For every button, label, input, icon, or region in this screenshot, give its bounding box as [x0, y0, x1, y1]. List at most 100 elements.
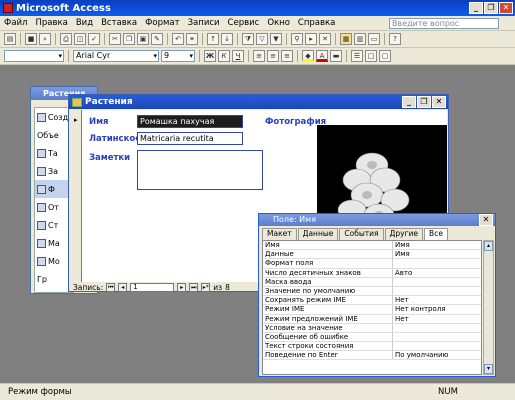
menu-tools[interactable]: Сервис — [224, 18, 264, 28]
fill-color-icon[interactable]: ◆ — [302, 50, 314, 62]
database-window-icon[interactable]: ▥ — [354, 33, 366, 45]
notes-label: Заметки — [89, 153, 131, 163]
spelling-icon[interactable]: ✓ — [88, 33, 100, 45]
app-title: Microsoft Access — [16, 2, 111, 14]
properties-icon[interactable]: ▦ — [340, 33, 352, 45]
paste-icon[interactable]: ▣ — [137, 33, 149, 45]
record-of-label: из — [213, 282, 223, 292]
report-icon — [37, 202, 46, 212]
filter-by-form-icon[interactable]: ▽ — [256, 33, 268, 45]
undo-icon[interactable]: ↶ — [172, 33, 184, 45]
property-row[interactable]: Данные Имя — [263, 250, 481, 260]
sort-descending-icon[interactable]: ↓ — [221, 33, 233, 45]
font-size-combo[interactable]: 9 — [161, 50, 195, 62]
record-number-field[interactable]: 1 — [130, 282, 175, 292]
filter-by-selection-icon[interactable]: ⧩ — [242, 33, 254, 45]
tab-layout[interactable]: Макет — [262, 228, 297, 240]
query-icon — [37, 166, 46, 176]
sort-ascending-icon[interactable]: ↑ — [207, 33, 219, 45]
underline-icon[interactable]: Ч — [232, 50, 244, 62]
table-icon — [37, 148, 46, 158]
font-name-combo[interactable]: Arial Cyr — [73, 50, 159, 62]
help-question-input[interactable]: Введите вопрос — [389, 17, 499, 29]
tab-events[interactable]: События — [339, 228, 384, 240]
module-icon — [37, 256, 46, 266]
tab-data[interactable]: Данные — [297, 228, 339, 240]
italic-icon[interactable]: К — [218, 50, 230, 62]
menu-records[interactable]: Записи — [184, 18, 224, 28]
tab-other[interactable]: Другие — [384, 228, 424, 240]
latin-name-field[interactable]: Matricaria recutita — [137, 132, 243, 145]
minimize-button[interactable]: _ — [469, 2, 483, 14]
property-row[interactable]: Режим IME Нет контроля — [263, 305, 481, 315]
insert-hyperlink-icon[interactable]: ⚭ — [186, 33, 198, 45]
new-record-icon[interactable]: ▸ — [305, 33, 317, 45]
align-center-icon[interactable]: ≡ — [267, 50, 279, 62]
menu-view[interactable]: Вид — [72, 18, 97, 28]
cut-icon[interactable]: ✂ — [109, 33, 121, 45]
property-row[interactable]: Формат поля — [263, 259, 481, 269]
property-row[interactable]: Значение по умолчанию — [263, 286, 481, 297]
special-effect-icon[interactable]: □ — [365, 50, 377, 62]
border-icon[interactable]: ▢ — [379, 50, 391, 62]
form-minimize-button[interactable]: _ — [402, 96, 416, 108]
notes-field[interactable] — [137, 150, 263, 190]
line-color-icon[interactable]: ▬ — [330, 50, 342, 62]
property-row[interactable]: Имя Имя — [263, 241, 481, 251]
property-row[interactable]: Поведение по Enter По умолчанию — [263, 351, 481, 361]
form-title-bar: Растения _ ❐ ✕ — [69, 95, 448, 109]
new-object-icon[interactable]: ▭ — [368, 33, 380, 45]
view-icon[interactable]: ▤ — [4, 33, 16, 45]
font-color-icon[interactable]: A — [316, 50, 328, 62]
print-preview-icon[interactable]: ◫ — [74, 33, 86, 45]
form-close-button[interactable]: ✕ — [432, 96, 446, 108]
property-row[interactable]: Сохранять режим IME Нет — [263, 296, 481, 306]
search-icon[interactable]: ⌕ — [39, 33, 51, 45]
menu-edit[interactable]: Правка — [31, 18, 71, 28]
close-button[interactable]: ✕ — [499, 2, 513, 14]
last-record-button[interactable]: ⏭ — [189, 282, 199, 292]
align-right-icon[interactable]: ≡ — [281, 50, 293, 62]
property-sheet-title-bar: Поле: Имя ✕ — [259, 214, 495, 226]
delete-record-icon[interactable]: ✕ — [319, 33, 331, 45]
property-row[interactable]: Режим предложений IME Нет — [263, 314, 481, 324]
menu-file[interactable]: Файл — [0, 18, 31, 28]
find-icon[interactable]: ⚲ — [291, 33, 303, 45]
align-left-icon[interactable]: ≡ — [253, 50, 265, 62]
num-lock-indicator: NUM — [438, 387, 458, 397]
bold-icon[interactable]: Ж — [204, 50, 216, 62]
restore-button[interactable]: ❐ — [484, 2, 498, 14]
property-row[interactable]: Условие на значение — [263, 323, 481, 333]
property-tabs: Макет Данные События Другие Все — [262, 228, 448, 240]
property-close-button[interactable]: ✕ — [479, 214, 493, 226]
name-field[interactable]: Ромашка пахучая — [137, 115, 243, 128]
menu-insert[interactable]: Вставка — [97, 18, 141, 28]
print-icon[interactable]: ⎙ — [60, 33, 72, 45]
line-width-icon[interactable]: ☰ — [351, 50, 363, 62]
object-combo[interactable] — [4, 50, 64, 62]
property-row[interactable]: Число десятичных знаков Авто — [263, 268, 481, 278]
name-label: Имя — [89, 117, 109, 127]
format-painter-icon[interactable]: ✎ — [151, 33, 163, 45]
save-icon[interactable]: ■ — [25, 33, 37, 45]
property-row[interactable]: Сообщение об ошибке — [263, 332, 481, 343]
record-selector[interactable]: ▸ — [73, 110, 82, 282]
first-record-button[interactable]: ⏮ — [106, 282, 116, 292]
form-restore-button[interactable]: ❐ — [417, 96, 431, 108]
prev-record-button[interactable]: ◂ — [118, 282, 128, 292]
menu-window[interactable]: Окно — [263, 18, 294, 28]
menu-help[interactable]: Справка — [294, 18, 339, 28]
property-row[interactable]: Маска ввода — [263, 277, 481, 287]
copy-icon[interactable]: ❐ — [123, 33, 135, 45]
property-scrollbar[interactable]: ▴ ▾ — [483, 240, 494, 375]
scroll-down-icon[interactable]: ▾ — [484, 364, 493, 374]
tab-all[interactable]: Все — [424, 228, 448, 240]
apply-filter-icon[interactable]: ▼ — [270, 33, 282, 45]
macro-icon — [37, 238, 46, 248]
help-icon[interactable]: ? — [389, 33, 401, 45]
new-record-nav-button[interactable]: ▸* — [201, 282, 211, 292]
property-row[interactable]: Текст строки состояния — [263, 342, 481, 352]
scroll-up-icon[interactable]: ▴ — [484, 241, 493, 251]
menu-format[interactable]: Формат — [141, 18, 184, 28]
next-record-button[interactable]: ▸ — [177, 282, 187, 292]
